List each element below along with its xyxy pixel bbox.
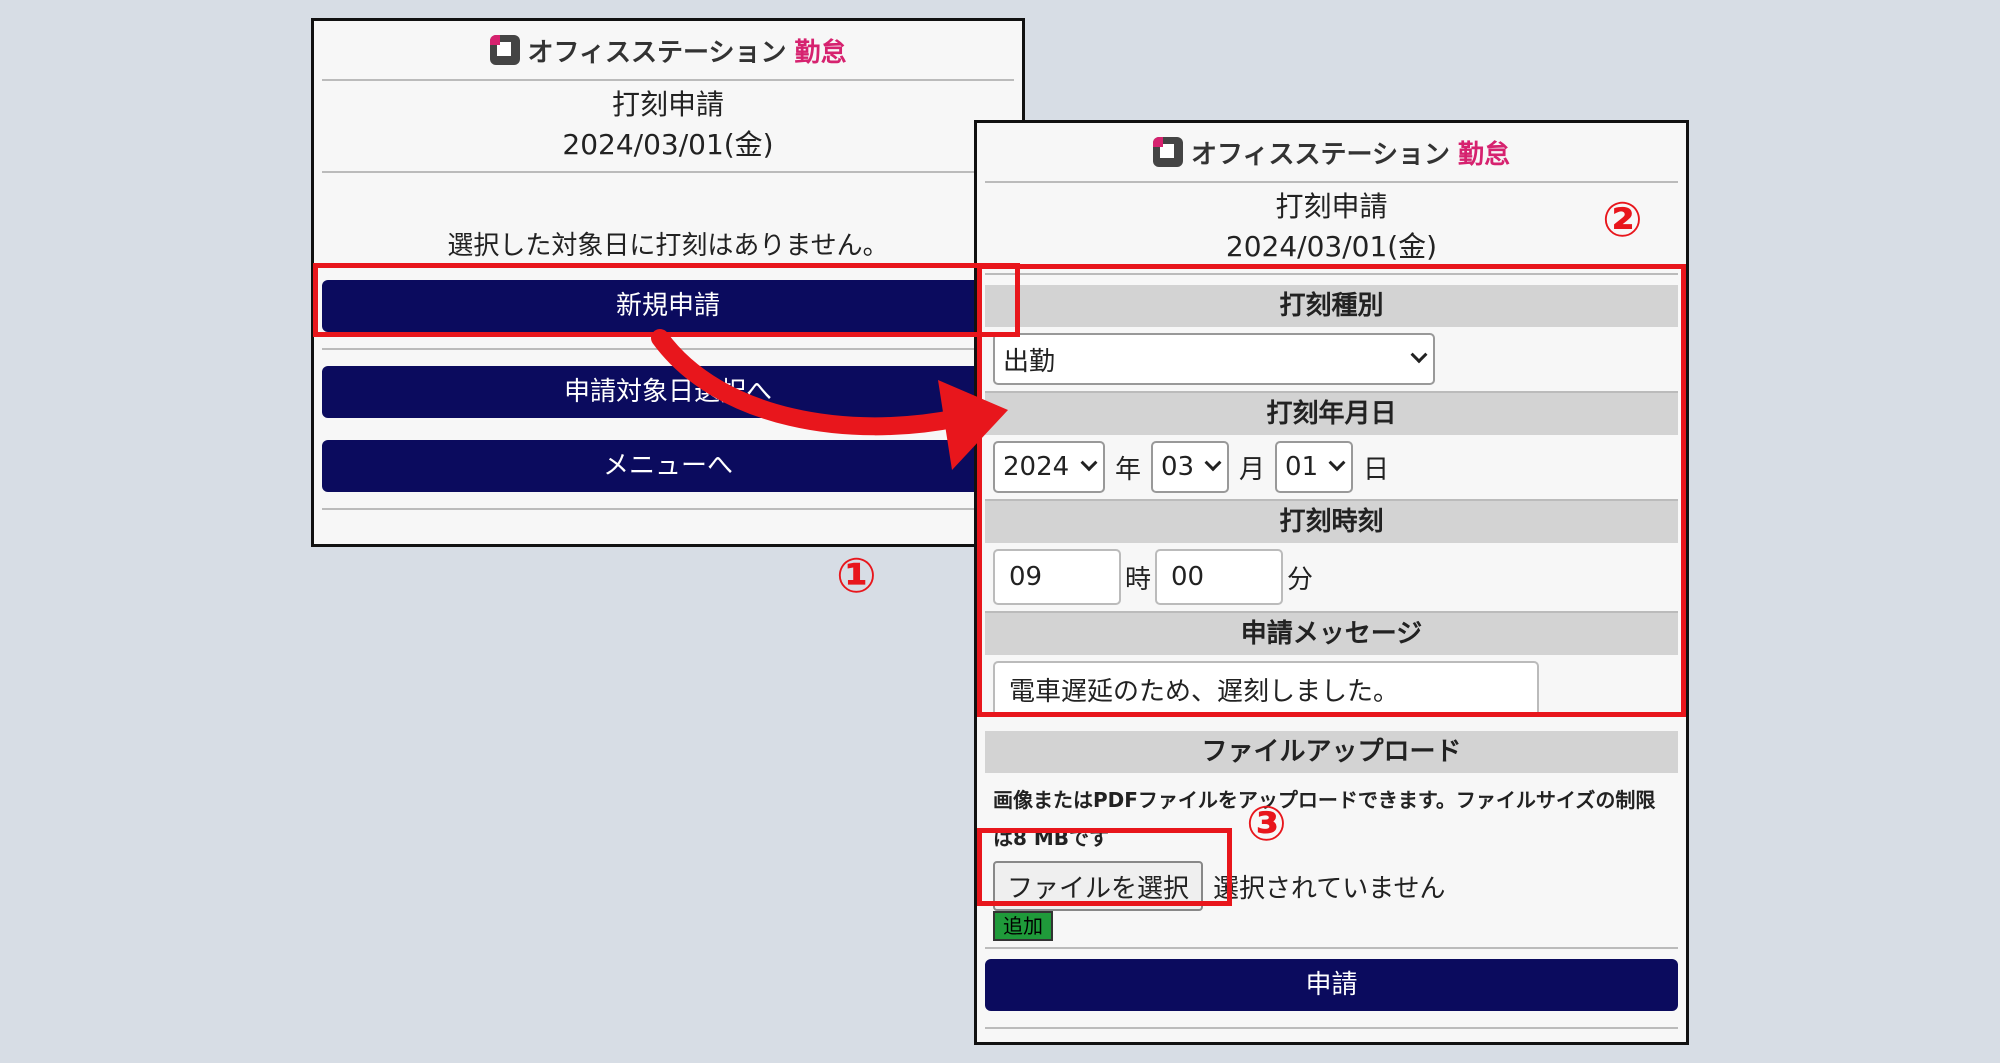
- add-file-button[interactable]: 追加: [993, 911, 1053, 941]
- step-3-badge: ③: [1246, 796, 1287, 852]
- step-1-badge: ①: [836, 548, 877, 604]
- highlight-file-button: [977, 828, 1232, 906]
- target-date: 2024/03/01(金): [562, 128, 774, 161]
- divider: [985, 947, 1678, 949]
- divider: [322, 348, 1014, 350]
- brand-logo: オフィスステーション 勤怠: [1153, 134, 1510, 171]
- select-date-button[interactable]: 申請対象日選択へ: [322, 366, 1014, 418]
- brand-name: オフィスステーション: [1191, 139, 1450, 170]
- brand-name: オフィスステーション: [527, 37, 787, 68]
- highlight-form: [977, 264, 1686, 717]
- brand-logo: オフィスステーション 勤怠: [489, 32, 847, 69]
- file-status: 選択されていません: [1213, 873, 1446, 904]
- page-title-block: 打刻申請 2024/03/01(金): [985, 183, 1678, 275]
- target-date: 2024/03/01(金): [1225, 230, 1438, 263]
- header-logo-row: オフィスステーション 勤怠: [322, 21, 1014, 81]
- page-title: 打刻申請: [611, 88, 724, 121]
- brand-accent: 勤怠: [1457, 139, 1510, 170]
- section-header-upload: ファイルアップロード: [985, 731, 1678, 773]
- step-2-badge: ②: [1602, 192, 1643, 248]
- page-title: 打刻申請: [1275, 190, 1388, 223]
- divider: [322, 508, 1014, 510]
- header-logo-row: オフィスステーション 勤怠: [985, 123, 1678, 183]
- page-title-block: 打刻申請 2024/03/01(金): [322, 81, 1014, 173]
- no-record-message: 選択した対象日に打刻はありません。: [447, 231, 889, 261]
- highlight-new-request: [313, 263, 1020, 337]
- brand-accent: 勤怠: [794, 37, 847, 68]
- divider: [985, 1027, 1678, 1029]
- menu-button[interactable]: メニューへ: [322, 440, 1014, 492]
- logo-icon: [1153, 137, 1183, 167]
- logo-icon: [489, 35, 520, 65]
- submit-button[interactable]: 申請: [985, 959, 1678, 1011]
